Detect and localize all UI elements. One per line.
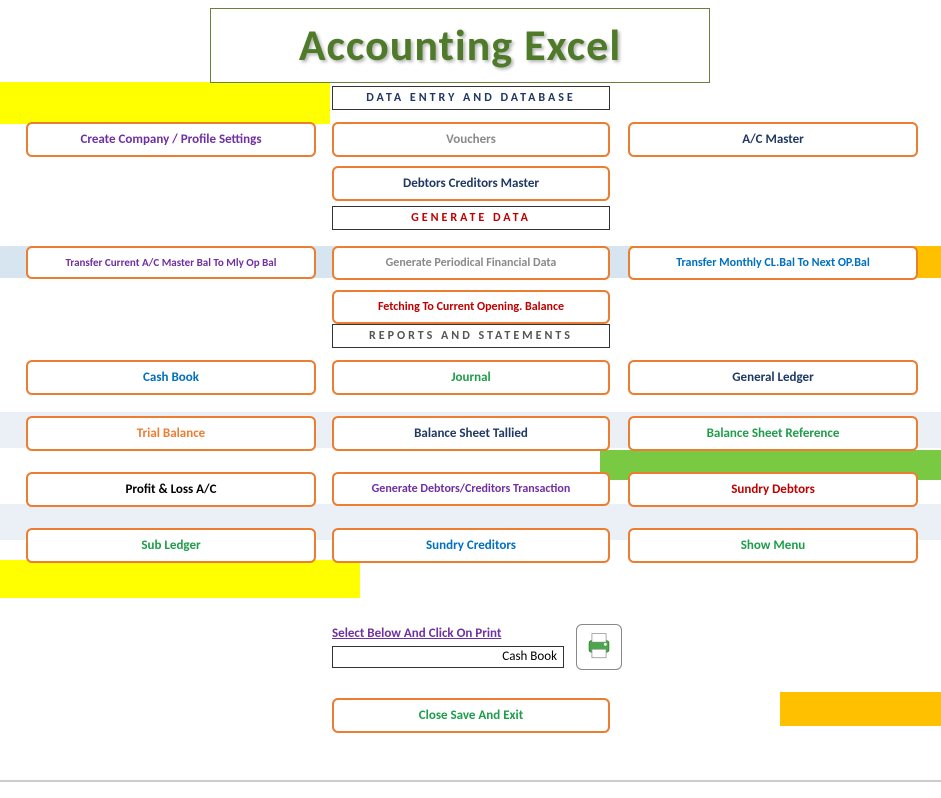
general-ledger-button[interactable]: General Ledger — [628, 360, 918, 395]
balance-sheet-button[interactable]: Balance Sheet Tallied — [332, 416, 610, 451]
sundry-debtors-button[interactable]: Sundry Debtors — [628, 472, 918, 507]
sub-ledger-button[interactable]: Sub Ledger — [26, 528, 316, 563]
profit-loss-button[interactable]: Profit & Loss A/C — [26, 472, 316, 507]
transfer-current-button[interactable]: Transfer Current A/C Master Bal To Mly O… — [26, 246, 316, 279]
section-data-entry: DATA ENTRY AND DATABASE — [332, 86, 610, 110]
close-save-exit-button[interactable]: Close Save And Exit — [332, 698, 610, 733]
transfer-monthly-button[interactable]: Transfer Monthly CL.Bal To Next OP.Bal — [628, 246, 918, 280]
print-instruction-label: Select Below And Click On Print — [332, 626, 501, 641]
printer-icon — [582, 628, 616, 667]
vouchers-button[interactable]: Vouchers — [332, 122, 610, 157]
debtors-creditors-button[interactable]: Debtors Creditors Master — [332, 166, 610, 201]
print-select-input[interactable]: Cash Book — [332, 646, 564, 668]
sundry-creditors-button[interactable]: Sundry Creditors — [332, 528, 610, 563]
balance-reference-button[interactable]: Balance Sheet Reference — [628, 416, 918, 451]
cash-book-button[interactable]: Cash Book — [26, 360, 316, 395]
fetching-balance-button[interactable]: Fetching To Current Opening. Balance — [332, 290, 610, 324]
bg-accent — [0, 560, 360, 598]
bg-accent — [0, 82, 330, 124]
section-reports: REPORTS AND STATEMENTS — [332, 324, 610, 348]
show-menu-button[interactable]: Show Menu — [628, 528, 918, 563]
print-button[interactable] — [576, 624, 622, 670]
app-title: Accounting Excel — [211, 9, 709, 81]
generate-debtors-button[interactable]: Generate Debtors/Creditors Transaction — [332, 472, 610, 506]
trial-balance-button[interactable]: Trial Balance — [26, 416, 316, 451]
ac-master-button[interactable]: A/C Master — [628, 122, 918, 157]
section-generate: GENERATE DATA — [332, 206, 610, 230]
bg-accent — [780, 692, 941, 726]
bg-accent — [0, 780, 941, 782]
create-company-button[interactable]: Create Company / Profile Settings — [26, 122, 316, 157]
generate-periodical-button[interactable]: Generate Periodical Financial Data — [332, 246, 610, 280]
title-box: Accounting Excel — [210, 8, 710, 83]
journal-button[interactable]: Journal — [332, 360, 610, 395]
